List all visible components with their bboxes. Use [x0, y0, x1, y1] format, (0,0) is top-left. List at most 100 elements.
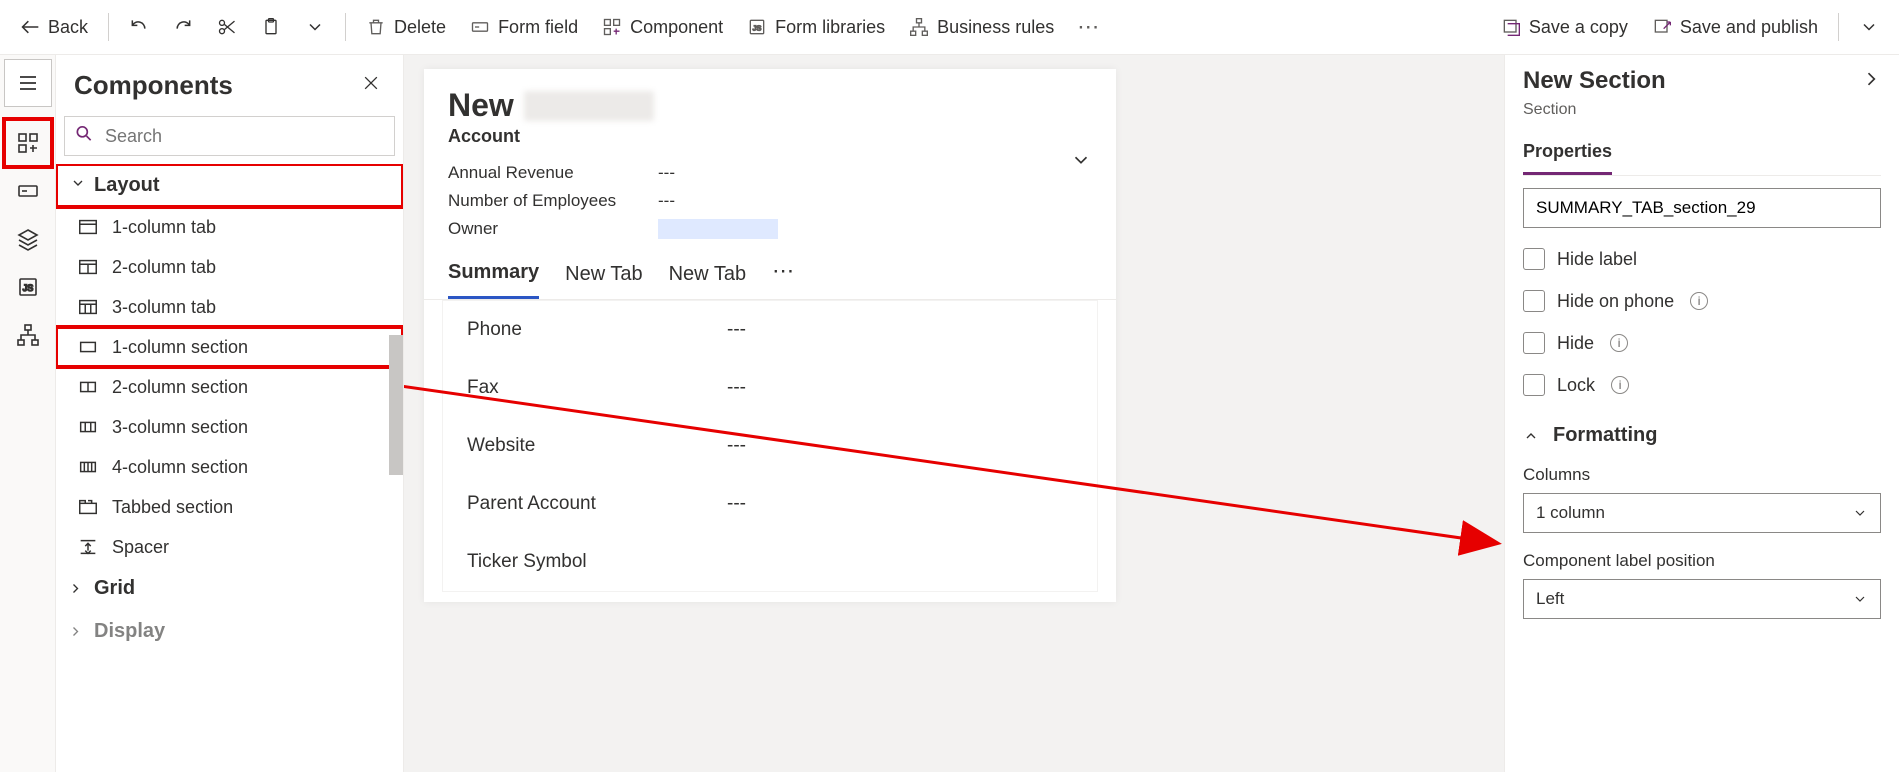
field-label: Fax	[467, 377, 727, 399]
close-panel-button[interactable]	[357, 69, 385, 102]
js-file-icon: JS	[747, 17, 767, 37]
rail-js[interactable]: JS	[4, 263, 52, 311]
delete-label: Delete	[394, 17, 446, 38]
separator	[1838, 13, 1839, 41]
cb-label: Hide label	[1557, 249, 1637, 270]
columns-select[interactable]: 1 column	[1523, 493, 1881, 533]
hamburger-button[interactable]	[4, 59, 52, 107]
item-label: 1-column section	[112, 337, 248, 358]
group-display[interactable]: Display	[56, 610, 403, 653]
field-row[interactable]: Website---	[443, 417, 1097, 475]
chevron-down-icon	[1852, 505, 1868, 521]
props-title: New Section	[1523, 67, 1666, 95]
chevron-down-icon	[305, 17, 325, 37]
item-label: Spacer	[112, 537, 169, 558]
tab-new-1[interactable]: New Tab	[565, 253, 642, 298]
business-rules-label: Business rules	[937, 17, 1054, 38]
checkbox-hide-phone[interactable]	[1523, 290, 1545, 312]
arrow-left-icon	[20, 17, 40, 37]
tab-summary[interactable]: Summary	[448, 251, 539, 299]
group-layout[interactable]: Layout	[56, 164, 403, 207]
fields-scroll[interactable]: Phone--- Fax--- Website--- Parent Accoun…	[442, 300, 1098, 592]
svg-text:JS: JS	[753, 23, 762, 32]
paste-dropdown[interactable]	[295, 11, 335, 43]
properties-panel: New Section Section Properties Hide labe…	[1504, 55, 1899, 772]
cut-button[interactable]	[207, 11, 247, 43]
component-button[interactable]: Component	[592, 11, 733, 44]
field-value: ---	[727, 319, 1073, 341]
search-input[interactable]	[64, 116, 395, 156]
item-label: 1-column tab	[112, 217, 216, 238]
field-row[interactable]: Phone---	[443, 301, 1097, 359]
chevron-up-icon	[1523, 428, 1539, 444]
back-button[interactable]: Back	[10, 11, 98, 44]
item-2col-section[interactable]: 2-column section	[56, 367, 403, 407]
paste-button[interactable]	[251, 11, 291, 43]
toolbar-overflow[interactable]: ⋯	[1068, 11, 1108, 43]
form-title-redacted	[524, 91, 654, 121]
save-publish-label: Save and publish	[1680, 17, 1818, 38]
tabs-overflow[interactable]: ⋯	[772, 258, 794, 292]
save-publish-button[interactable]: Save and publish	[1642, 11, 1828, 44]
item-1col-section[interactable]: 1-column section	[56, 327, 403, 367]
item-1col-tab[interactable]: 1-column tab	[56, 207, 403, 247]
field-value: ---	[727, 493, 1073, 515]
rail-layers[interactable]	[4, 215, 52, 263]
field-label: Website	[467, 435, 727, 457]
item-3col-tab[interactable]: 3-column tab	[56, 287, 403, 327]
item-3col-section[interactable]: 3-column section	[56, 407, 403, 447]
chevron-right-icon	[67, 581, 90, 597]
item-tabbed-section[interactable]: Tabbed section	[56, 487, 403, 527]
group-grid[interactable]: Grid	[56, 567, 403, 610]
expand-header-button[interactable]	[1070, 149, 1092, 176]
save-publish-icon	[1652, 17, 1672, 37]
item-2col-tab[interactable]: 2-column tab	[56, 247, 403, 287]
formatting-header[interactable]: Formatting	[1523, 424, 1881, 447]
section-2col-icon	[76, 375, 100, 399]
form-field-button[interactable]: Form field	[460, 11, 588, 44]
tree-icon	[909, 17, 929, 37]
item-label: 4-column section	[112, 457, 248, 478]
components-panel: Components Layout 1-column tab 2-column …	[56, 55, 404, 772]
props-tab-properties[interactable]: Properties	[1523, 133, 1612, 175]
info-icon[interactable]: i	[1690, 292, 1708, 310]
field-row[interactable]: Ticker Symbol	[443, 533, 1097, 591]
redo-button[interactable]	[163, 11, 203, 43]
toolbar: Back Delete Form field Component JS Form …	[0, 0, 1899, 55]
item-label: 2-column section	[112, 377, 248, 398]
business-rules-button[interactable]: Business rules	[899, 11, 1064, 44]
form-libraries-button[interactable]: JS Form libraries	[737, 11, 895, 44]
props-expand-button[interactable]	[1861, 69, 1881, 94]
info-icon[interactable]: i	[1610, 334, 1628, 352]
cb-label: Lock	[1557, 375, 1595, 396]
rail-components[interactable]	[4, 119, 52, 167]
field-row[interactable]: Fax---	[443, 359, 1097, 417]
trash-icon	[366, 17, 386, 37]
item-spacer[interactable]: Spacer	[56, 527, 403, 567]
save-publish-dropdown[interactable]	[1849, 11, 1889, 43]
section-name-input[interactable]	[1523, 188, 1881, 228]
back-label: Back	[48, 17, 88, 38]
scissors-icon	[217, 17, 237, 37]
info-icon[interactable]: i	[1611, 376, 1629, 394]
save-copy-button[interactable]: Save a copy	[1491, 11, 1638, 44]
checkbox-hide-label[interactable]	[1523, 248, 1545, 270]
panel-scrollbar[interactable]	[389, 205, 403, 485]
item-4col-section[interactable]: 4-column section	[56, 447, 403, 487]
form-canvas: New Account Annual Revenue--- Number of …	[404, 55, 1504, 772]
columns-label: Columns	[1523, 465, 1881, 485]
label-pos-value: Left	[1536, 589, 1564, 609]
meta-value: ---	[658, 163, 1092, 183]
tab-new-2[interactable]: New Tab	[669, 253, 746, 298]
undo-button[interactable]	[119, 11, 159, 43]
checkbox-lock[interactable]	[1523, 374, 1545, 396]
form-libraries-label: Form libraries	[775, 17, 885, 38]
delete-button[interactable]: Delete	[356, 11, 456, 44]
rail-tree[interactable]	[4, 311, 52, 359]
field-row[interactable]: Parent Account---	[443, 475, 1097, 533]
label-pos-select[interactable]: Left	[1523, 579, 1881, 619]
checkbox-hide[interactable]	[1523, 332, 1545, 354]
rail-form-field[interactable]	[4, 167, 52, 215]
tab-2col-icon	[76, 255, 100, 279]
tab-1col-icon	[76, 215, 100, 239]
